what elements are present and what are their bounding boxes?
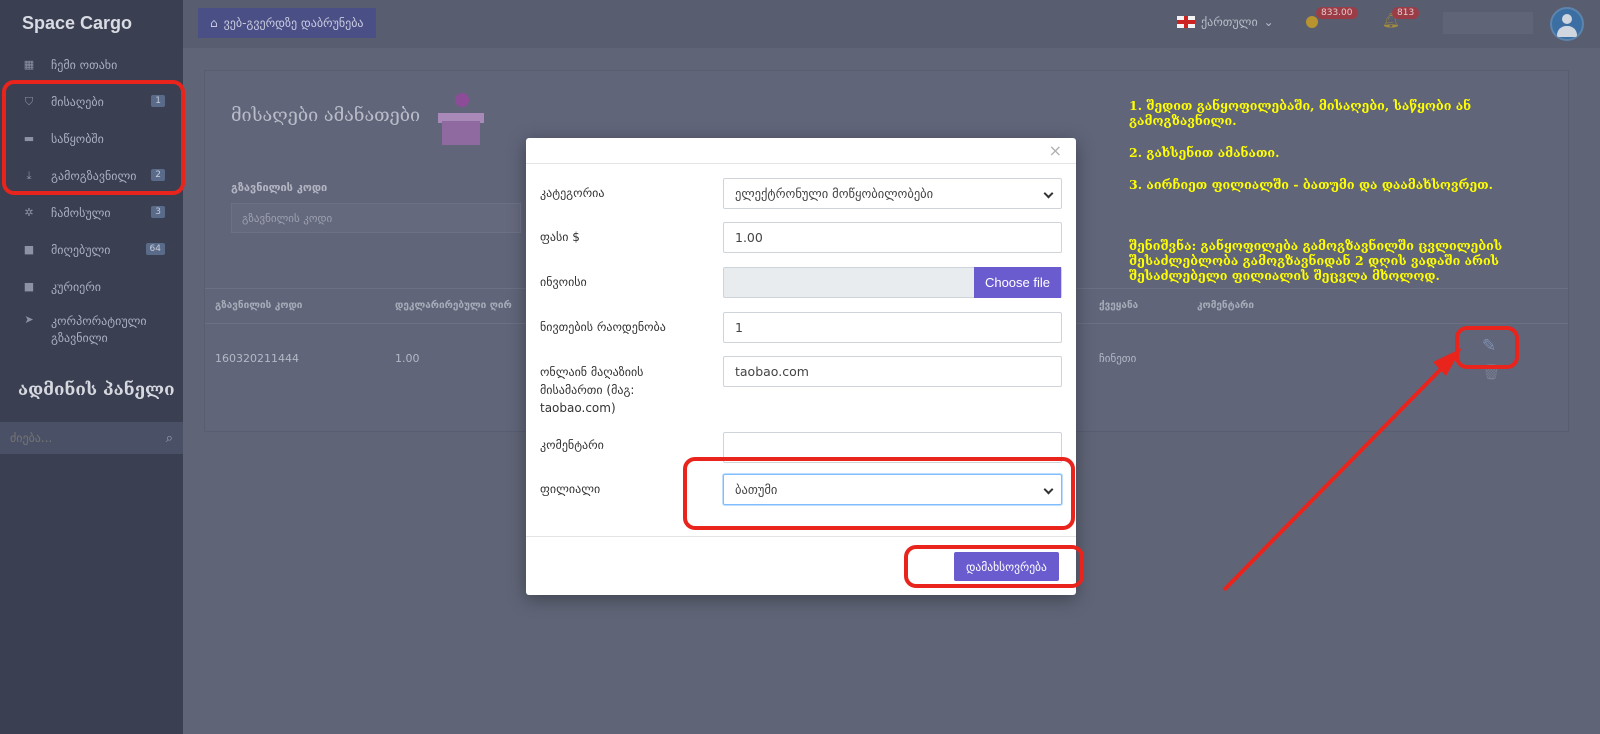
annotation-arrow bbox=[1222, 348, 1462, 592]
